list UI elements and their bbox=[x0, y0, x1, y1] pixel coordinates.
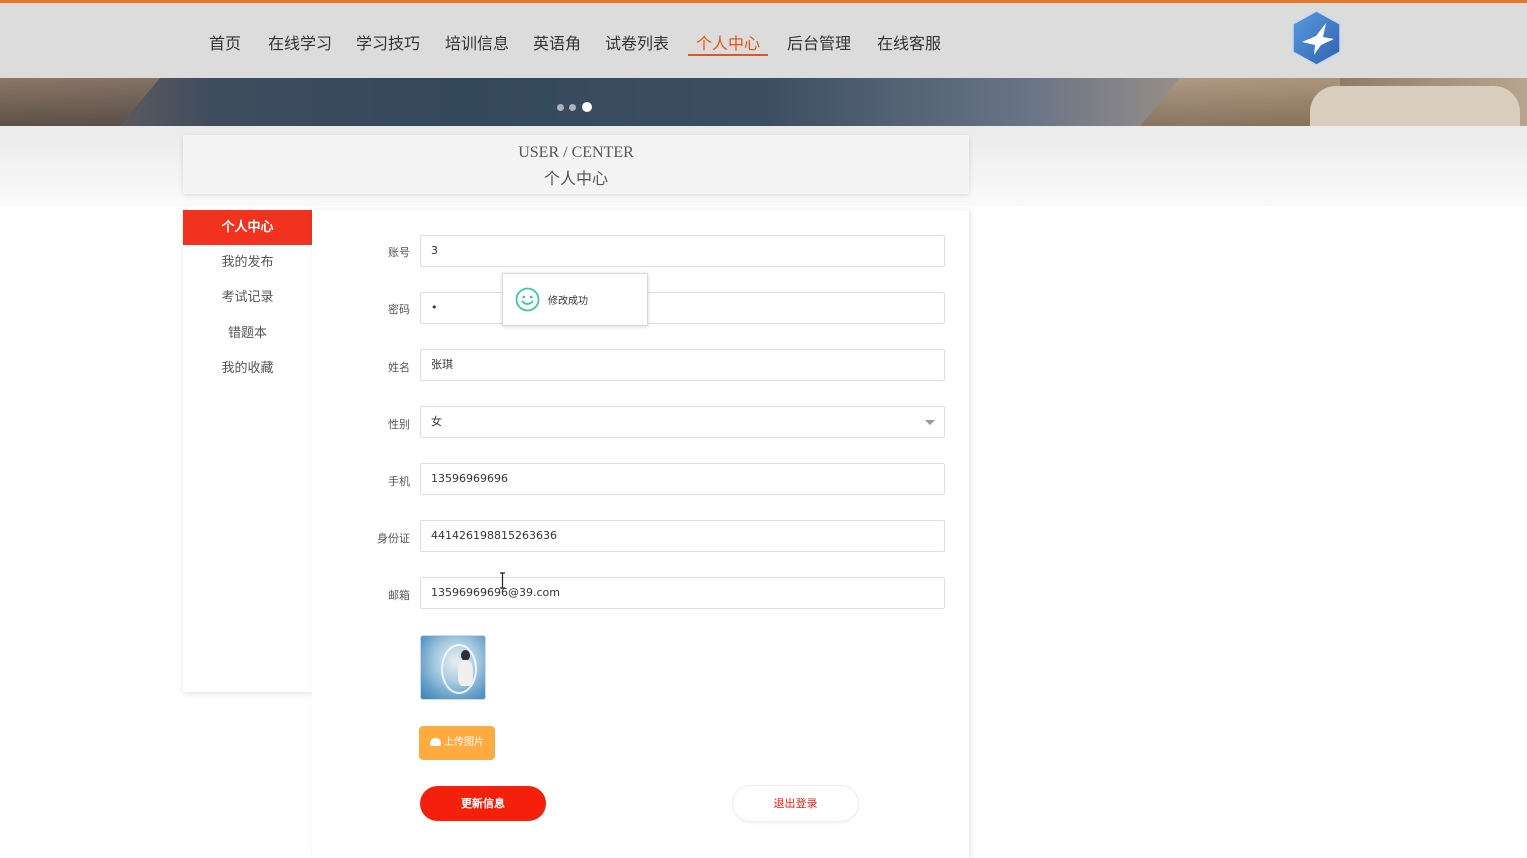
sidebar-item-favorites[interactable]: 我的收藏 bbox=[183, 351, 312, 386]
nav-item-study-tips[interactable]: 学习技巧 bbox=[356, 30, 420, 54]
upload-image-label: 上传图片 bbox=[444, 737, 484, 748]
gender-select[interactable]: 女 bbox=[420, 406, 945, 438]
gender-label: 性别 bbox=[388, 418, 410, 431]
nav-item-customer-service[interactable]: 在线客服 bbox=[877, 30, 941, 54]
name-label: 姓名 bbox=[388, 361, 410, 374]
sidebar-item-exam-records[interactable]: 考试记录 bbox=[183, 280, 312, 315]
carousel-dot[interactable] bbox=[569, 104, 576, 111]
email-label: 邮箱 bbox=[388, 589, 410, 602]
update-info-button[interactable]: 更新信息 bbox=[420, 786, 546, 821]
carousel-dot[interactable] bbox=[557, 104, 564, 111]
id-card-field[interactable]: 441426198815263636 bbox=[420, 520, 945, 552]
id-card-label: 身份证 bbox=[377, 532, 410, 545]
nav-item-online-learning[interactable]: 在线学习 bbox=[268, 30, 332, 54]
avatar[interactable] bbox=[420, 635, 486, 700]
account-field[interactable]: 3 bbox=[420, 235, 945, 267]
chevron-down-icon[interactable] bbox=[925, 420, 935, 425]
top-navigation: 首页 在线学习 学习技巧 培训信息 英语角 试卷列表 个人中心 后台管理 在线客… bbox=[0, 3, 1527, 78]
toast-message: 修改成功 bbox=[548, 296, 588, 307]
page-title: USER / CENTER 个人中心 bbox=[183, 135, 969, 194]
nav-item-admin[interactable]: 后台管理 bbox=[787, 30, 851, 54]
upload-image-button[interactable]: 上传图片 bbox=[419, 726, 495, 760]
sidebar-item-my-posts[interactable]: 我的发布 bbox=[183, 245, 312, 280]
name-field[interactable]: 张琪 bbox=[420, 349, 945, 381]
sidebar: 个人中心 我的发布 考试记录 错题本 我的收藏 bbox=[183, 210, 312, 692]
cloud-upload-icon bbox=[430, 738, 441, 746]
phone-field[interactable]: 13596969696 bbox=[420, 463, 945, 495]
password-field[interactable]: • bbox=[420, 292, 945, 324]
nav-item-exam-list[interactable]: 试卷列表 bbox=[605, 30, 669, 54]
bird-logo-icon[interactable] bbox=[1290, 9, 1343, 67]
text-cursor-icon bbox=[500, 572, 505, 589]
smile-icon bbox=[515, 287, 540, 312]
page-title-zh: 个人中心 bbox=[543, 169, 608, 188]
phone-label: 手机 bbox=[388, 475, 410, 488]
nav-item-user-center[interactable]: 个人中心 bbox=[696, 30, 760, 54]
account-label: 账号 bbox=[388, 246, 410, 259]
logout-button[interactable]: 退出登录 bbox=[732, 785, 859, 822]
sidebar-item-user-center[interactable]: 个人中心 bbox=[183, 210, 312, 245]
nav-item-home[interactable]: 首页 bbox=[209, 30, 241, 54]
carousel-dot-active[interactable] bbox=[582, 102, 592, 112]
gender-select-value: 女 bbox=[431, 415, 442, 428]
banner-carousel bbox=[0, 78, 1527, 126]
sidebar-item-mistake-book[interactable]: 错题本 bbox=[183, 316, 312, 351]
password-label: 密码 bbox=[388, 303, 410, 316]
nav-active-underline bbox=[688, 54, 768, 56]
success-toast: 修改成功 bbox=[502, 273, 648, 326]
nav-item-training-info[interactable]: 培训信息 bbox=[445, 30, 509, 54]
page-title-en: USER / CENTER bbox=[518, 144, 634, 161]
nav-item-english-corner[interactable]: 英语角 bbox=[533, 30, 581, 54]
